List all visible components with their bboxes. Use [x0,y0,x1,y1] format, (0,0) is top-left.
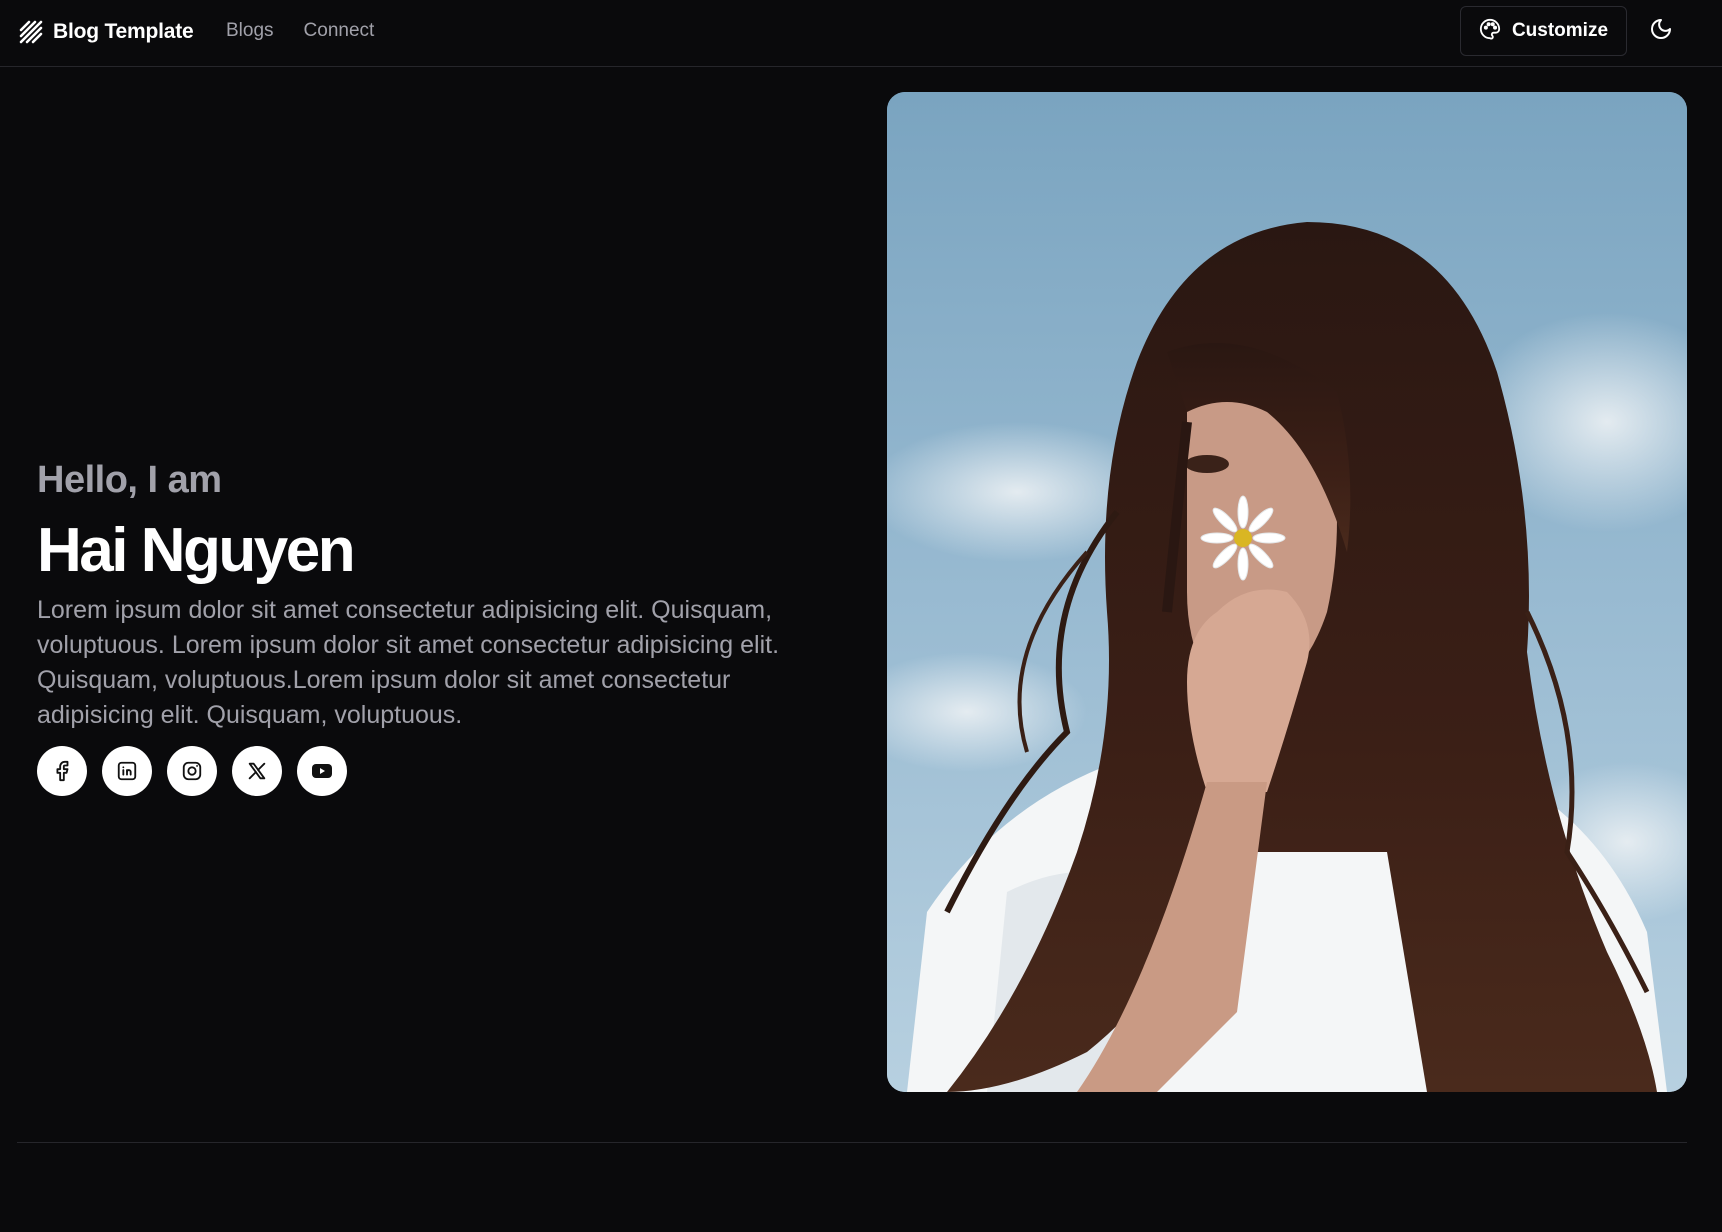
hero-name: Hai Nguyen [37,516,356,585]
x-icon [246,760,268,782]
social-links [37,746,837,796]
brand-link[interactable]: Blog Template [19,17,194,47]
slashes-logo-icon [19,20,43,44]
palette-icon [1479,18,1501,45]
nav-link-blogs[interactable]: Blogs [226,20,274,42]
youtube-link[interactable] [297,746,347,796]
facebook-link[interactable] [37,746,87,796]
hero-greeting: Hello, I am [37,459,222,501]
brand-name: Blog Template [53,20,194,43]
theme-toggle-button[interactable] [1642,12,1680,50]
linkedin-link[interactable] [102,746,152,796]
main-nav: Blogs Connect [226,20,374,42]
moon-icon [1649,17,1673,46]
customize-button[interactable]: Customize [1460,6,1627,56]
nav-link-connect[interactable]: Connect [304,20,375,42]
x-link[interactable] [232,746,282,796]
linkedin-icon [116,760,138,782]
youtube-icon [310,759,334,783]
facebook-icon [51,760,73,782]
hero-bio: Lorem ipsum dolor sit amet consectetur a… [37,596,780,729]
hero-section: Hello, I am Hai Nguyen Lorem ipsum dolor… [37,455,837,796]
top-navbar: Blog Template Blogs Connect Customize [0,0,1722,67]
footer-divider [17,1142,1687,1143]
customize-label: Customize [1511,20,1609,41]
instagram-link[interactable] [167,746,217,796]
hero-portrait-image [887,92,1687,1092]
instagram-icon [181,760,203,782]
